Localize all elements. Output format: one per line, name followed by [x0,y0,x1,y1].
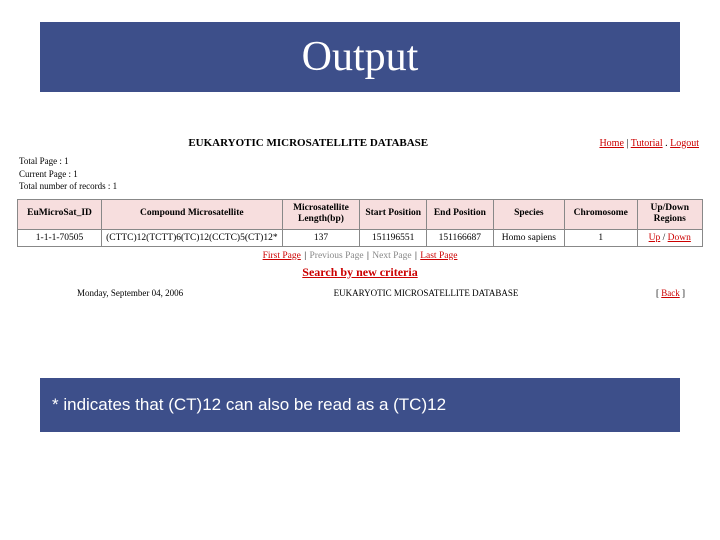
meta-current-page: Current Page : 1 [19,168,703,181]
cell-chromosome: 1 [565,229,638,246]
cell-start: 151196551 [360,229,427,246]
db-title: EUKARYOTIC MICROSATELLITE DATABASE [17,135,599,151]
slide-footnote: * indicates that (CT)12 can also be read… [52,395,446,415]
down-region-link[interactable]: Down [668,233,691,243]
slide-title: Output [302,33,419,81]
footer-back: [ Back ] [565,288,703,298]
logout-link[interactable]: Logout [670,138,699,149]
tutorial-link[interactable]: Tutorial [631,138,663,149]
db-footer: Monday, September 04, 2006 EUKARYOTIC MI… [17,288,703,298]
col-end: End Position [427,199,494,229]
col-motif: Compound Microsatellite [102,199,283,229]
slide-footnote-bar: * indicates that (CT)12 can also be read… [40,378,680,432]
db-header: EUKARYOTIC MICROSATELLITE DATABASE Home … [17,135,703,151]
meta-total-records: Total number of records : 1 [19,180,703,193]
results-table: EuMicroSat_ID Compound Microsatellite Mi… [17,199,703,247]
col-length: Microsatellite Length(bp) [282,199,360,229]
col-species: Species [493,199,564,229]
database-output-panel: EUKARYOTIC MICROSATELLITE DATABASE Home … [17,135,703,298]
cell-length: 137 [282,229,360,246]
footer-date: Monday, September 04, 2006 [17,288,287,298]
pager-last[interactable]: Last Page [420,251,457,261]
db-nav: Home | Tutorial . Logout [599,138,703,149]
home-link[interactable]: Home [599,138,623,149]
cell-end: 151166687 [427,229,494,246]
col-id: EuMicroSat_ID [18,199,102,229]
result-meta: Total Page : 1 Current Page : 1 Total nu… [19,155,703,193]
up-region-link[interactable]: Up [649,233,661,243]
cell-id: 1-1-1-70505 [18,229,102,246]
meta-total-pages: Total Page : 1 [19,155,703,168]
cell-updown: Up / Down [637,229,702,246]
col-updown: Up/Down Regions [637,199,702,229]
search-new-criteria: Search by new criteria [17,265,703,280]
cell-species: Homo sapiens [493,229,564,246]
pager: First Page | Previous Page | Next Page |… [17,251,703,261]
back-link[interactable]: Back [661,288,680,298]
footer-dbname: EUKARYOTIC MICROSATELLITE DATABASE [287,288,565,298]
col-start: Start Position [360,199,427,229]
slide-title-bar: Output [40,22,680,92]
cell-motif: (CTTC)12(TCTT)6(TC)12(CCTC)5(CT)12* [102,229,283,246]
pager-next: Next Page [372,251,411,261]
pager-first[interactable]: First Page [263,251,301,261]
pager-prev: Previous Page [310,251,364,261]
table-row: 1-1-1-70505 (CTTC)12(TCTT)6(TC)12(CCTC)5… [18,229,703,246]
table-header-row: EuMicroSat_ID Compound Microsatellite Mi… [18,199,703,229]
search-new-link[interactable]: Search by new criteria [302,265,417,279]
col-chromosome: Chromosome [565,199,638,229]
